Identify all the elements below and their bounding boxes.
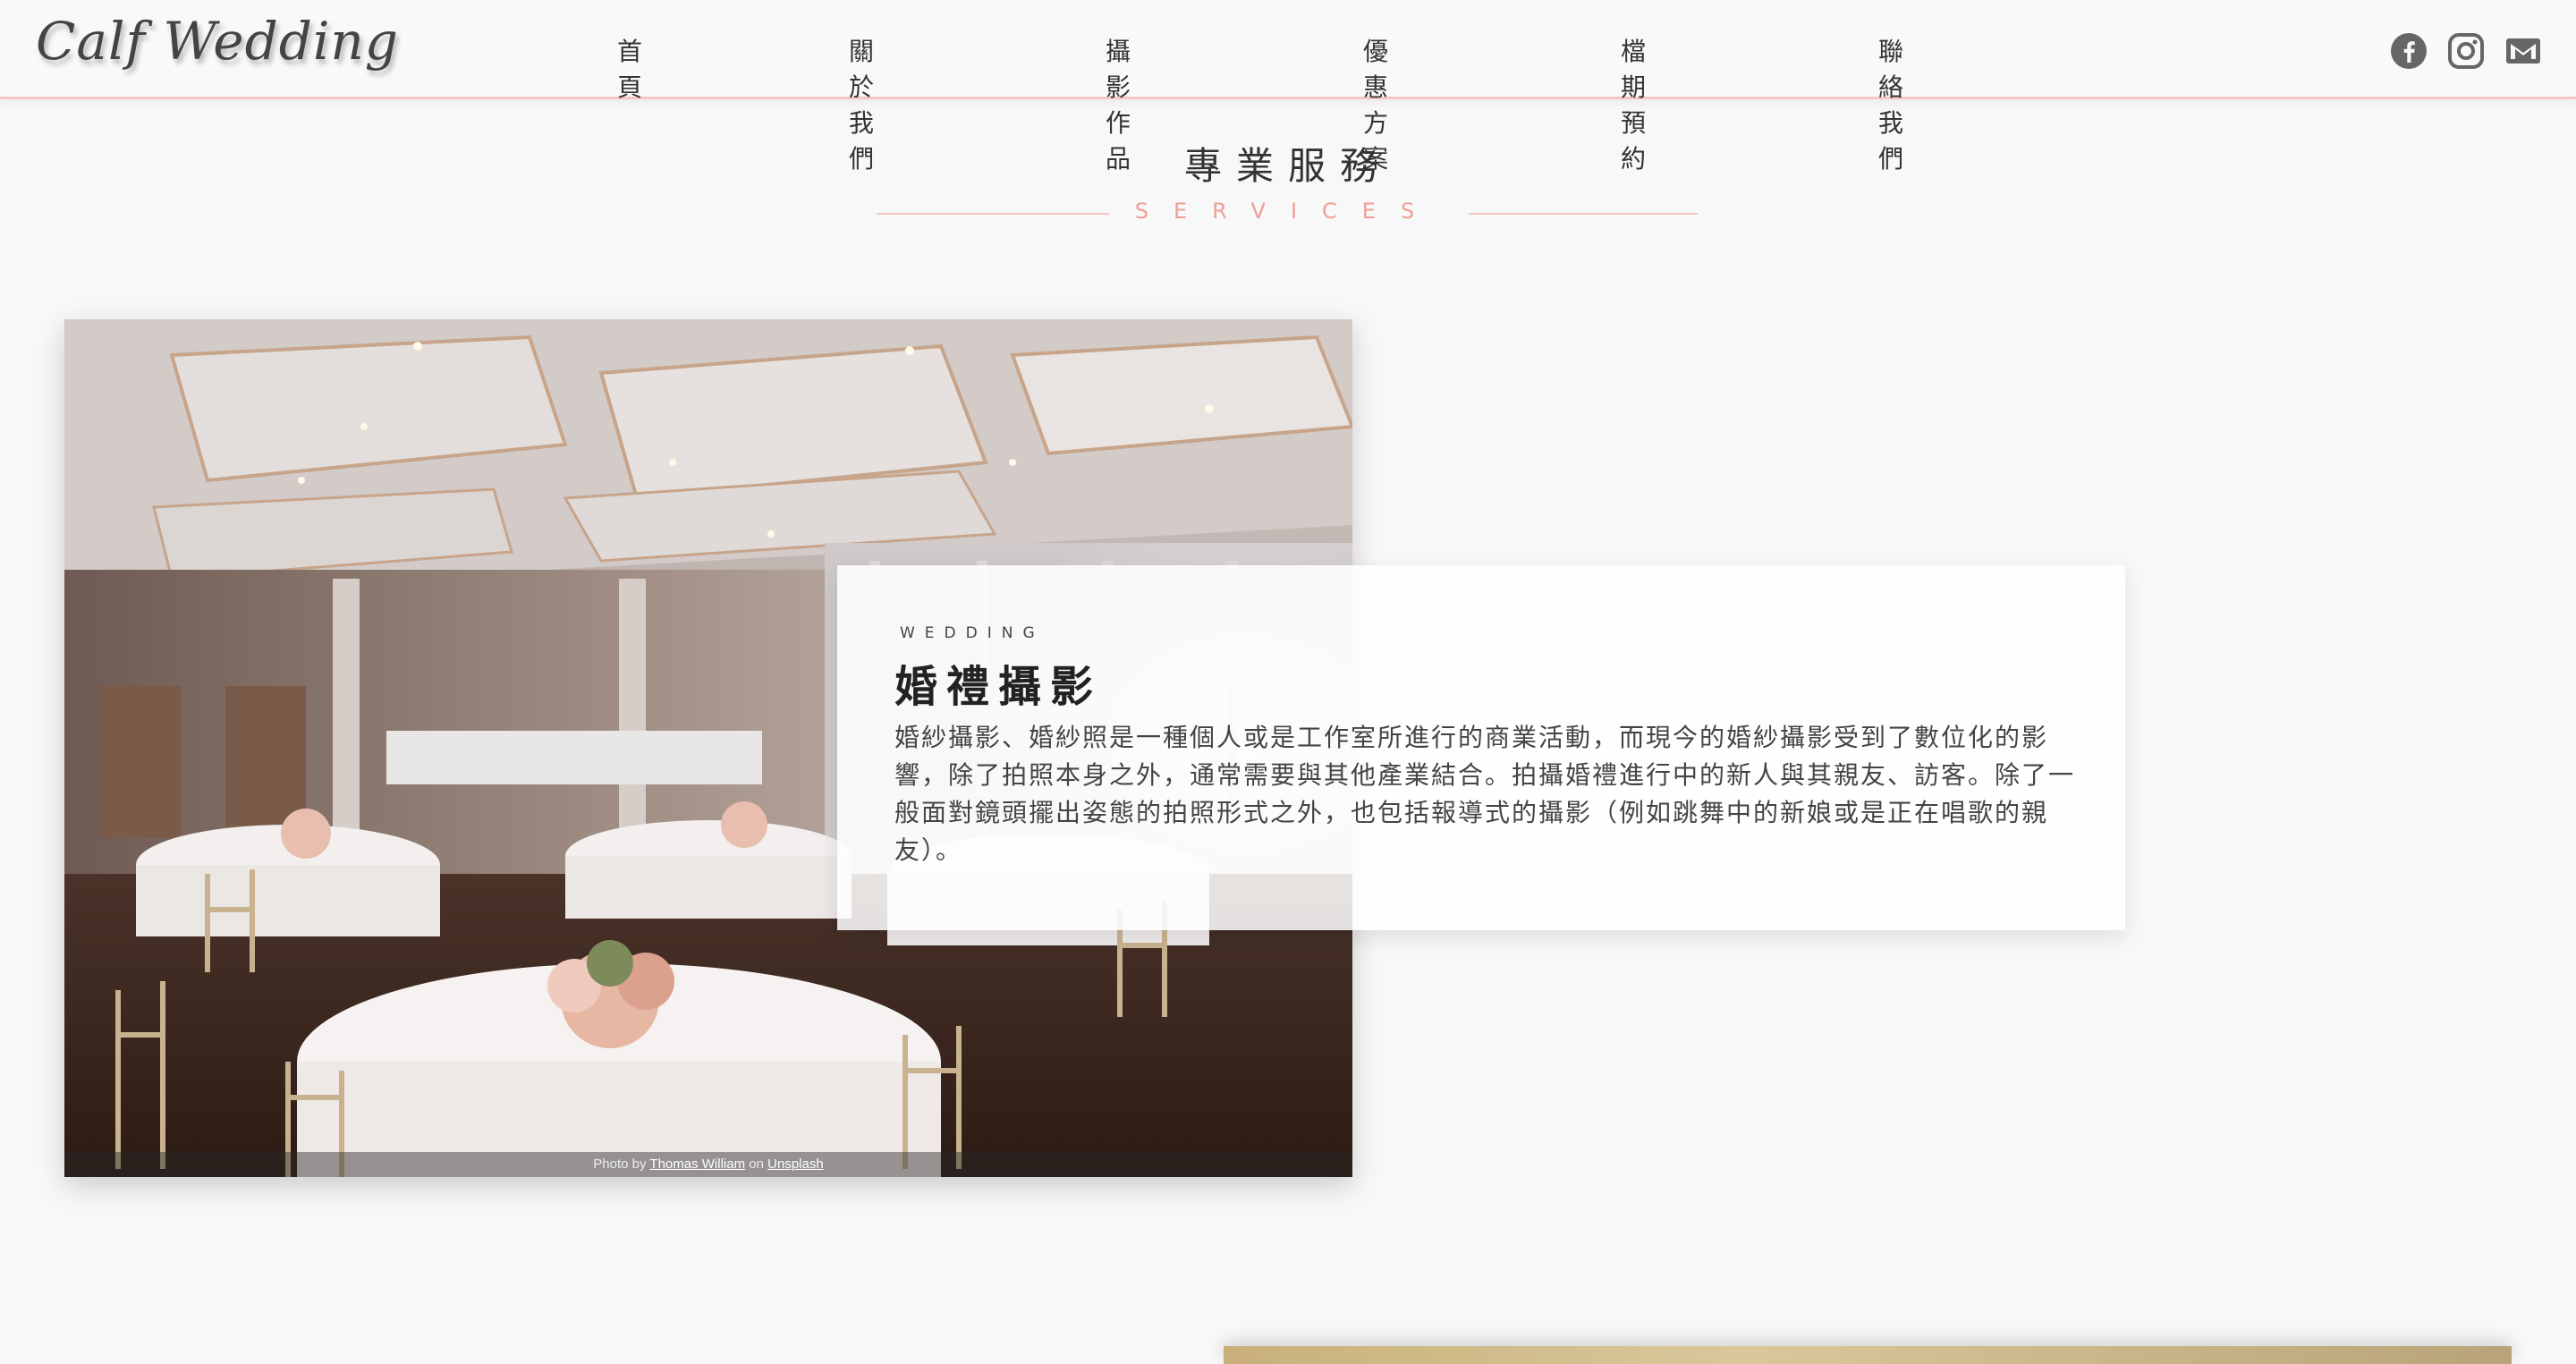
service-label: WEDDING bbox=[900, 624, 1045, 642]
credit-source-link[interactable]: Unsplash bbox=[767, 1156, 824, 1172]
credit-author-link[interactable]: Thomas William bbox=[649, 1156, 745, 1172]
service-description: 婚紗攝影、婚紗照是一種個人或是工作室所進行的商業活動，而現今的婚紗攝影受到了數位… bbox=[894, 723, 2076, 865]
brand-logo[interactable]: Calf Wedding bbox=[36, 11, 399, 72]
section-title: 專業服務 bbox=[1183, 144, 1392, 188]
nav-home[interactable]: 首頁 bbox=[617, 32, 645, 104]
instagram-icon[interactable] bbox=[2447, 32, 2485, 70]
service-title: 婚禮攝影 bbox=[894, 662, 1103, 712]
facebook-icon[interactable] bbox=[2390, 32, 2428, 70]
navbar: Calf Wedding 首頁 關於我們 攝影作品 優惠方案 檔期預約 聯絡我們 bbox=[0, 0, 2576, 174]
photo-credit: Photo by Thomas William on Unsplash bbox=[64, 1152, 1352, 1177]
section-subtitle: SERVICES bbox=[1134, 199, 1440, 224]
section-subtitle-group: SERVICES bbox=[877, 199, 1698, 229]
subtitle-line-right bbox=[1469, 213, 1698, 215]
credit-prefix: Photo by bbox=[593, 1156, 647, 1172]
credit-middle: on bbox=[749, 1156, 764, 1172]
service-card: WEDDING 婚禮攝影 婚紗攝影、婚紗照是一種個人或是工作室所進行的商業活動，… bbox=[837, 565, 2125, 930]
mail-icon[interactable] bbox=[2504, 32, 2542, 70]
next-service-photo bbox=[1224, 1346, 2512, 1364]
